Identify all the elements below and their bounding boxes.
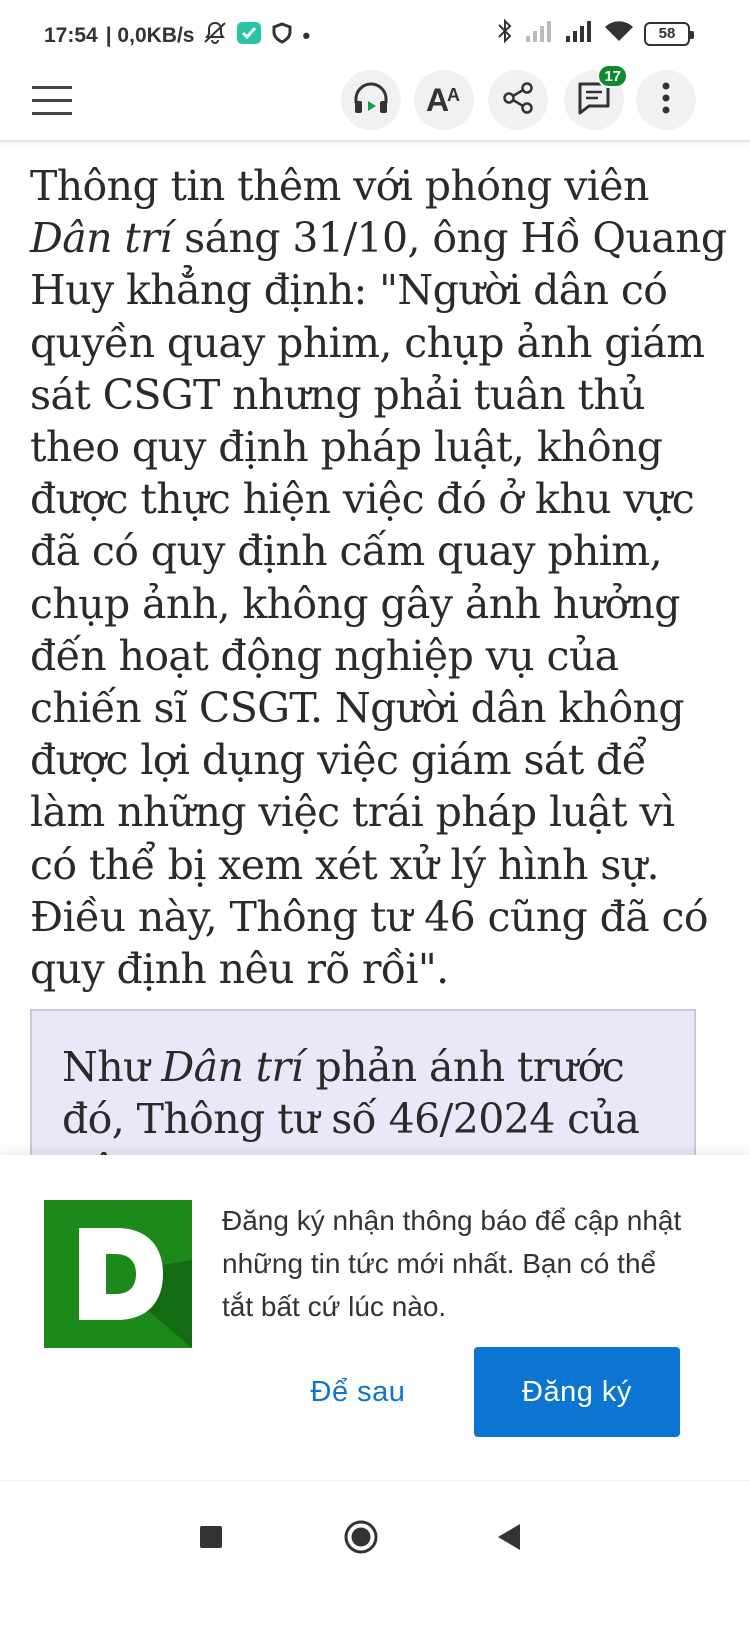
dantri-logo — [44, 1200, 192, 1348]
publication-name: Dân trí — [30, 214, 172, 263]
status-dot: • — [302, 23, 311, 48]
status-left: 17:54 | 0,0KB/s • — [44, 20, 310, 52]
comment-count-badge: 17 — [597, 64, 628, 88]
more-button[interactable] — [636, 70, 696, 130]
paragraph-text-rest: sáng 31/10, ông Hồ Quang Huy khẳng định:… — [30, 214, 727, 994]
battery-icon: 58 — [644, 21, 694, 46]
article-body: Thông tin thêm với phóng viên Dân trí sá… — [30, 160, 730, 995]
notification-prompt: Đăng ký nhận thông báo để cập nhật những… — [0, 1155, 750, 1480]
text-size-button[interactable]: AA — [414, 70, 474, 130]
nav-recents-icon[interactable] — [181, 1507, 241, 1567]
status-right: 58 — [496, 18, 694, 49]
bell-muted-icon — [202, 20, 228, 52]
subscribe-button[interactable]: Đăng ký — [474, 1347, 680, 1437]
share-button[interactable] — [488, 70, 548, 130]
network-speed: | 0,0KB/s — [105, 24, 195, 47]
more-icon — [661, 81, 671, 120]
notification-message: Đăng ký nhận thông báo để cập nhật những… — [222, 1205, 682, 1322]
signal-icon-2 — [564, 19, 594, 48]
info-box-publication: Dân trí — [161, 1043, 304, 1091]
headphones-icon — [352, 81, 390, 120]
paragraph-text-start: Thông tin thêm với phóng viên — [30, 162, 649, 210]
status-bar: 17:54 | 0,0KB/s • 58 — [0, 0, 750, 66]
info-box-text-start: Như — [62, 1043, 162, 1091]
article-paragraph: Thông tin thêm với phóng viên Dân trí sá… — [30, 160, 730, 995]
comments-button[interactable]: 17 — [564, 64, 628, 130]
svg-text:A: A — [447, 85, 460, 105]
nav-home-icon[interactable] — [331, 1507, 391, 1567]
shield-icon — [270, 21, 294, 51]
text-size-icon: AA — [424, 81, 464, 120]
bluetooth-icon — [496, 18, 514, 49]
nav-back-icon[interactable] — [479, 1507, 539, 1567]
wifi-icon — [604, 19, 634, 48]
system-nav-bar — [0, 1480, 750, 1625]
clock: 17:54 — [44, 24, 98, 47]
menu-icon[interactable] — [32, 82, 74, 120]
later-button[interactable]: Để sau — [278, 1349, 438, 1435]
share-icon — [501, 81, 535, 120]
app-icon — [236, 20, 262, 52]
signal-icon — [524, 19, 554, 48]
listen-button[interactable] — [341, 70, 401, 130]
svg-text:A: A — [426, 82, 449, 115]
article-toolbar: AA 17 — [0, 62, 750, 142]
